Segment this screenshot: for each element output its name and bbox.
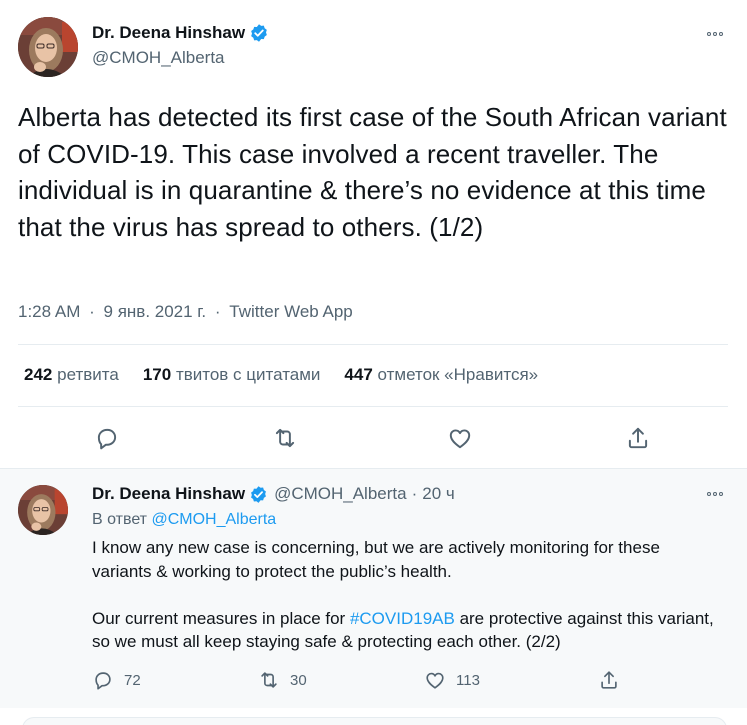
like-icon (426, 672, 444, 689)
tweet-time[interactable]: 1:28 AM (18, 302, 80, 321)
author-name-row: Dr. Deena Hinshaw (92, 23, 269, 43)
reply-button[interactable] (90, 421, 124, 455)
retweet-icon (275, 428, 295, 448)
avatar-photo (18, 485, 68, 535)
share-icon (628, 427, 648, 449)
reply-count: 72 (124, 671, 141, 689)
avatar[interactable] (18, 17, 78, 77)
verified-badge-icon (249, 23, 269, 43)
author-handle[interactable]: @CMOH_Alberta (92, 48, 225, 68)
replying-to: В ответ @CMOH_Alberta (92, 511, 276, 529)
retweets-count: 242 (24, 365, 53, 384)
next-tweet-card[interactable] (22, 717, 727, 725)
like-count: 113 (456, 671, 480, 689)
reply-text: I know any new case is concerning, but w… (92, 536, 722, 654)
retweet-icon (261, 672, 277, 688)
reply-icon (95, 672, 111, 690)
tweet-source[interactable]: Twitter Web App (229, 302, 352, 321)
retweet-button[interactable]: 30 (258, 669, 307, 691)
like-button[interactable] (443, 421, 477, 455)
like-icon (449, 429, 471, 449)
retweets-label: ретвита (57, 365, 119, 384)
tweet-stats: 242 ретвита 170 твитов с цитатами 447 от… (24, 365, 562, 385)
share-icon (601, 671, 617, 689)
replying-to-mention[interactable]: @CMOH_Alberta (151, 511, 276, 528)
hashtag-link[interactable]: #COVID19AB (350, 609, 455, 628)
share-button[interactable] (598, 669, 630, 691)
separator: · (411, 484, 418, 503)
tweet-meta: 1:28 AM · 9 янв. 2021 г. · Twitter Web A… (18, 302, 353, 322)
quotes-stat[interactable]: 170 твитов с цитатами (143, 365, 321, 385)
tweet-action-bar (0, 420, 747, 456)
likes-count: 447 (344, 365, 373, 384)
reply-action-bar: 72 30 113 (0, 667, 747, 697)
verified-badge-icon (249, 485, 268, 504)
tweet-text: Alberta has detected its first case of t… (18, 102, 727, 242)
retweet-count: 30 (290, 671, 307, 689)
reply-text-segment: Our current measures in place for (92, 608, 350, 628)
reply-icon (97, 428, 117, 450)
reply-button[interactable]: 72 (92, 669, 141, 691)
tweet-date[interactable]: 9 янв. 2021 г. (104, 302, 207, 321)
meta-separator: · (89, 302, 95, 321)
avatar[interactable] (18, 485, 68, 535)
likes-stat[interactable]: 447 отметок «Нравится» (344, 365, 538, 385)
next-tweet-preview (0, 708, 747, 725)
divider (18, 344, 728, 345)
replying-prefix: В ответ (92, 511, 148, 528)
retweet-button[interactable] (268, 421, 302, 455)
reply-tweet[interactable]: Dr. Deena Hinshaw @CMOH_Alberta · 20 ч В… (0, 468, 747, 708)
author-name[interactable]: Dr. Deena Hinshaw (92, 484, 245, 504)
more-options-icon[interactable] (702, 26, 728, 42)
meta-separator: · (214, 302, 221, 321)
reply-paragraph: Our current measures in place for #COVID… (92, 607, 722, 654)
more-options-icon[interactable] (702, 486, 728, 502)
main-tweet: Dr. Deena Hinshaw @CMOH_Alberta Alberta … (0, 0, 747, 468)
quotes-count: 170 (142, 365, 172, 384)
author-handle[interactable]: @CMOH_Alberta (274, 484, 407, 504)
divider (18, 406, 728, 407)
reply-paragraph: I know any new case is concerning, but w… (92, 538, 660, 581)
retweets-stat[interactable]: 242 ретвита (24, 365, 119, 385)
avatar-photo (18, 17, 78, 77)
share-button[interactable] (621, 421, 655, 455)
author-name[interactable]: Dr. Deena Hinshaw (92, 23, 245, 43)
tweet-time-ago[interactable]: 20 ч (422, 484, 455, 504)
likes-label: отметок «Нравится» (377, 365, 539, 384)
reply-author-row: Dr. Deena Hinshaw @CMOH_Alberta · 20 ч (92, 484, 455, 504)
quotes-label: твитов с цитатами (175, 365, 321, 384)
like-button[interactable]: 113 (424, 669, 480, 691)
